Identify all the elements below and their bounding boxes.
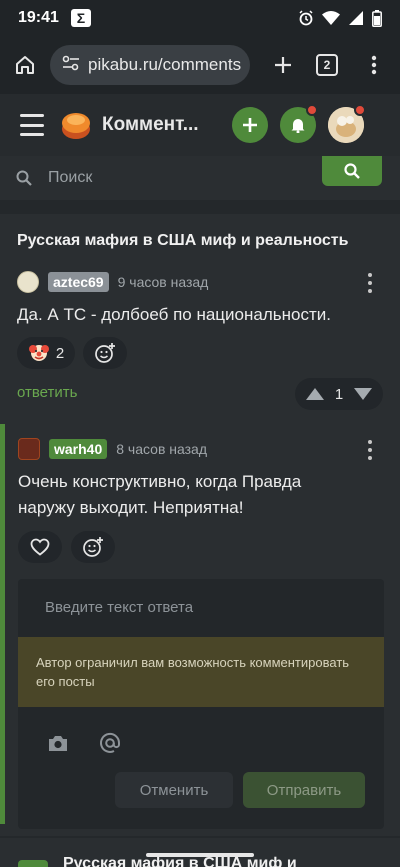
restriction-text: Автор ограничил вам возможность комменти…	[36, 655, 350, 689]
send-button[interactable]: Отправить	[243, 772, 365, 808]
add-reaction-button[interactable]	[71, 531, 115, 563]
add-emoji-icon	[83, 537, 103, 557]
username-badge[interactable]: warh40	[49, 439, 108, 459]
search-icon	[344, 163, 360, 179]
comment-text: Да. А ТС - долбоеб по национальности.	[17, 305, 331, 324]
search-input[interactable]: Поиск	[48, 169, 92, 187]
battery-icon	[372, 9, 382, 27]
comment-menu-icon[interactable]	[366, 440, 374, 460]
bell-icon	[291, 119, 305, 133]
add-emoji-icon	[95, 343, 115, 363]
pikabu-logo[interactable]	[60, 110, 92, 140]
new-tab-button[interactable]	[268, 50, 298, 80]
section-divider	[0, 836, 400, 838]
rating-value: 1	[334, 385, 344, 403]
reply-input[interactable]: Введите текст ответа	[45, 599, 193, 616]
plus-icon	[243, 118, 257, 132]
url-text: pikabu.ru/comments	[88, 55, 242, 74]
restriction-notice: Автор ограничил вам возможность комменти…	[18, 637, 384, 707]
search-icon	[16, 170, 32, 186]
plus-icon	[275, 57, 291, 73]
search-bar[interactable]: Поиск	[0, 156, 400, 200]
section-divider	[0, 200, 400, 214]
gesture-navigation-bar[interactable]	[146, 853, 254, 857]
avatar[interactable]	[17, 271, 39, 293]
clown-emoji-icon	[28, 345, 49, 361]
post-title[interactable]: Русская мафия в США миф и реальность	[17, 232, 348, 250]
notifications-button[interactable]	[280, 104, 318, 143]
avatar[interactable]	[18, 438, 40, 460]
status-time: 19:41	[18, 9, 59, 26]
comment-rating: 1	[295, 378, 383, 410]
like-button[interactable]	[18, 531, 62, 563]
comment-header: warh40 8 часов назад	[18, 438, 207, 460]
comment-timestamp[interactable]: 8 часов назад	[116, 441, 207, 457]
add-reaction-button[interactable]	[83, 337, 127, 369]
heart-icon	[30, 538, 50, 556]
avatar-notification-dot	[354, 104, 366, 116]
signal-icon	[348, 10, 364, 26]
add-post-button[interactable]	[232, 107, 268, 143]
more-vert-icon	[371, 55, 377, 75]
notification-dot	[306, 104, 318, 116]
site-settings-icon[interactable]	[62, 55, 80, 76]
reaction-clown[interactable]: 2	[17, 337, 75, 369]
browser-toolbar: pikabu.ru/comments 2	[0, 36, 400, 94]
site-header: Коммент...	[0, 94, 400, 156]
browser-menu-button[interactable]	[364, 50, 384, 80]
downvote-icon[interactable]	[353, 387, 373, 401]
camera-icon[interactable]	[46, 731, 70, 755]
next-post-thumbnail[interactable]	[18, 860, 48, 867]
username-badge[interactable]: aztec69	[48, 272, 109, 292]
reply-link[interactable]: ответить	[17, 384, 77, 401]
upvote-icon[interactable]	[305, 387, 325, 401]
page-title: Коммент...	[102, 114, 199, 135]
app-notification-badge: Σ	[70, 9, 91, 27]
menu-icon[interactable]	[20, 114, 44, 136]
comment-text: Очень конструктивно, когда Правда наружу…	[18, 472, 302, 517]
search-button[interactable]	[322, 156, 382, 186]
home-button[interactable]	[10, 50, 40, 80]
reaction-count: 2	[55, 344, 65, 362]
thread-line[interactable]	[0, 424, 5, 824]
user-avatar[interactable]	[328, 104, 366, 143]
wifi-icon	[322, 10, 340, 26]
reply-form: Введите текст ответа Автор ограничил вам…	[18, 579, 384, 829]
cancel-button[interactable]: Отменить	[115, 772, 233, 808]
comment-timestamp[interactable]: 9 часов назад	[118, 274, 209, 290]
address-bar[interactable]: pikabu.ru/comments	[50, 45, 250, 85]
alarm-icon	[298, 10, 314, 26]
comment-header: aztec69 9 часов назад	[17, 271, 208, 293]
home-icon	[16, 56, 34, 74]
mention-icon[interactable]	[98, 731, 122, 755]
comment-menu-icon[interactable]	[366, 273, 374, 293]
status-bar: 19:41 Σ	[0, 0, 400, 36]
tab-switcher-button[interactable]: 2	[316, 54, 338, 76]
